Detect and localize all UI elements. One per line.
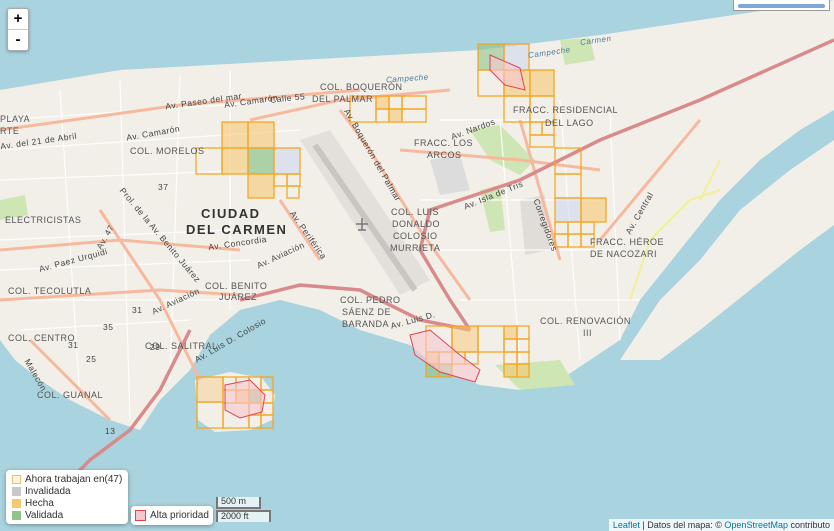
neighborhood-label: BARANDA: [342, 319, 390, 329]
legend-swatch-validated: [12, 510, 21, 520]
neighborhood-label: SÁENZ DE: [342, 307, 392, 317]
neighborhood-label: COL. CENTRO: [8, 333, 76, 343]
neighborhood-label: COL. LUIS: [391, 207, 440, 217]
minimap[interactable]: [733, 0, 830, 11]
legend: Ahora trabajan en(47) Invalidada Hecha V…: [6, 470, 129, 524]
legend-item: Invalidada: [12, 485, 122, 497]
road-number: 31: [132, 305, 143, 315]
road-number: 25: [86, 354, 97, 364]
neighborhood-label: COL. MORELOS: [130, 146, 205, 156]
neighborhood-label: COL. BENITO: [205, 281, 268, 291]
legend-label: Hecha: [25, 497, 54, 509]
neighborhood-label: III: [583, 328, 593, 338]
attribution-suffix: contributo: [787, 520, 830, 530]
legend-item: Hecha: [12, 497, 122, 509]
neighborhood-label: DONALDO: [392, 219, 441, 229]
neighborhood-label: RTE: [0, 126, 20, 136]
neighborhood-label: ELECTRICISTAS: [5, 215, 82, 225]
zoom-control: + -: [7, 8, 29, 51]
legend-swatch-working: [12, 474, 21, 484]
legend-label: Ahora trabajan en(47): [25, 473, 123, 485]
priority-swatch: [135, 510, 146, 521]
road-number: 29: [150, 342, 161, 352]
legend-swatch-invalidated: [12, 486, 21, 496]
legend-item: Ahora trabajan en(47): [12, 473, 122, 485]
scale-imperial: 2000 ft: [216, 510, 271, 522]
road-number: 13: [105, 426, 116, 436]
neighborhood-label: FRACC. LOS: [414, 138, 474, 148]
zoom-out-button[interactable]: -: [8, 29, 28, 50]
legend-label: Invalidada: [25, 485, 71, 497]
road-number: 37: [158, 182, 169, 192]
city-label: CIUDAD: [201, 206, 261, 221]
attribution: Leaflet | Datos del mapa: © OpenStreetMa…: [608, 519, 834, 531]
priority-label: Alta prioridad: [150, 510, 209, 521]
neighborhood-label: FRACC. HÉROE: [590, 237, 665, 247]
leaflet-link[interactable]: Leaflet: [613, 520, 640, 530]
neighborhood-label: COL. RENOVACIÓN: [540, 316, 631, 326]
neighborhood-label: DEL LAGO: [545, 118, 594, 128]
osm-link[interactable]: OpenStreetMap: [724, 520, 788, 530]
road-number: 31: [68, 340, 79, 350]
scale-metric: 500 m: [216, 497, 261, 509]
neighborhood-label: ARCOS: [427, 150, 462, 160]
map-view[interactable]: CIUDAD DEL CARMEN COL. BOQUERÓN DEL PALM…: [0, 0, 834, 531]
neighborhood-label: MURRIETA: [390, 243, 441, 253]
neighborhood-label: JUÁREZ: [219, 292, 258, 302]
scale-bar: 500 m 2000 ft: [216, 497, 271, 522]
legend-swatch-done: [12, 498, 21, 508]
neighborhood-label: COL. TECOLUTLA: [8, 286, 92, 296]
neighborhood-label: COLOSIO: [393, 231, 438, 241]
legend-item: Validada: [12, 509, 122, 521]
attribution-text: | Datos del mapa: ©: [639, 520, 725, 530]
neighborhood-label: COL. PEDRO: [340, 295, 401, 305]
neighborhood-label: FRACC. RESIDENCIAL: [513, 105, 619, 115]
neighborhood-label: DE NACOZARI: [590, 249, 658, 259]
neighborhood-label: PLAYA: [0, 114, 31, 124]
road-number: 35: [103, 322, 114, 332]
zoom-in-button[interactable]: +: [8, 9, 28, 29]
minimap-viewport: [738, 4, 825, 8]
neighborhood-label: COL. GUANAL: [37, 390, 104, 400]
priority-legend: Alta prioridad: [131, 506, 213, 525]
neighborhood-label: DEL PALMAR: [312, 94, 374, 104]
city-label: DEL CARMEN: [186, 222, 288, 237]
legend-label: Validada: [25, 509, 64, 521]
